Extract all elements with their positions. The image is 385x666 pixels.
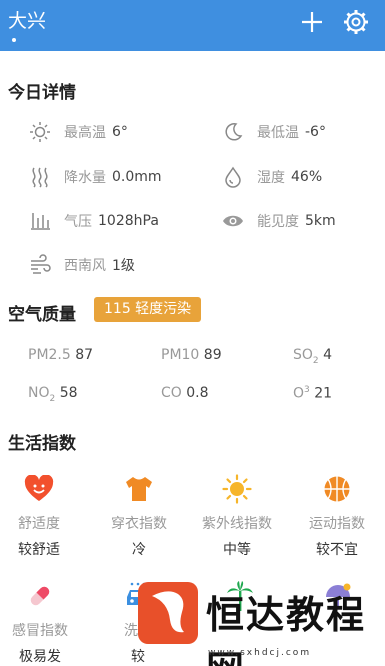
aqi-so2: SO2 4 [293,347,333,366]
sun-uv-icon [221,473,253,505]
watermark-url: www.sxhdcj.com [208,648,312,658]
index-clothing[interactable]: 穿衣指数 冷 [91,473,187,559]
detail-low-temp: 最低温 -6° [221,120,326,144]
index-cold[interactable]: 感冒指数 极易发 [0,580,88,666]
aqi-no2: NO2 58 [28,385,78,404]
shirt-icon [123,473,155,505]
section-title-today: 今日详情 [8,83,76,103]
add-city-button[interactable] [299,9,325,35]
detail-pressure: 气压 1028hPa [28,209,159,233]
rain-icon [28,165,52,189]
settings-button[interactable] [343,9,369,35]
index-uv[interactable]: 紫外线指数 中等 [189,473,285,559]
detail-precipitation: 降水量 0.0mm [28,165,162,189]
page-indicator-dot [12,38,16,42]
city-name[interactable]: 大兴 [8,6,46,33]
detail-visibility: 能见度 5km [221,209,336,233]
detail-wind: 西南风 1级 [28,253,135,277]
pressure-icon [28,209,52,233]
index-comfort[interactable]: 舒适度 较舒适 [0,473,87,559]
gear-icon [344,10,368,34]
index-sport[interactable]: 运动指数 较不宜 [289,473,385,559]
watermark-logo [138,582,198,644]
plus-icon [302,12,322,32]
pill-icon [24,580,56,612]
aqi-co: CO 0.8 [161,385,209,401]
humidity-icon [221,165,245,189]
detail-high-temp: 最高温 6° [28,120,128,144]
app-header: 大兴 [0,0,385,51]
aqi-pm25: PM2.5 87 [28,347,94,363]
eye-icon [221,209,245,233]
sun-icon [28,120,52,144]
section-title-air: 空气质量 [8,305,76,325]
aqi-pm10: PM10 89 [161,347,222,363]
aqi-badge: 115 轻度污染 [94,297,202,322]
watermark: 恒达教程网 www.sxhdcj.com [126,578,385,666]
detail-humidity: 湿度 46% [221,165,322,189]
heart-icon [23,473,55,505]
aqi-o3: O3 21 [293,385,333,402]
moon-icon [221,120,245,144]
section-title-life: 生活指数 [8,434,76,454]
basketball-icon [321,473,353,505]
wind-icon [28,253,52,277]
